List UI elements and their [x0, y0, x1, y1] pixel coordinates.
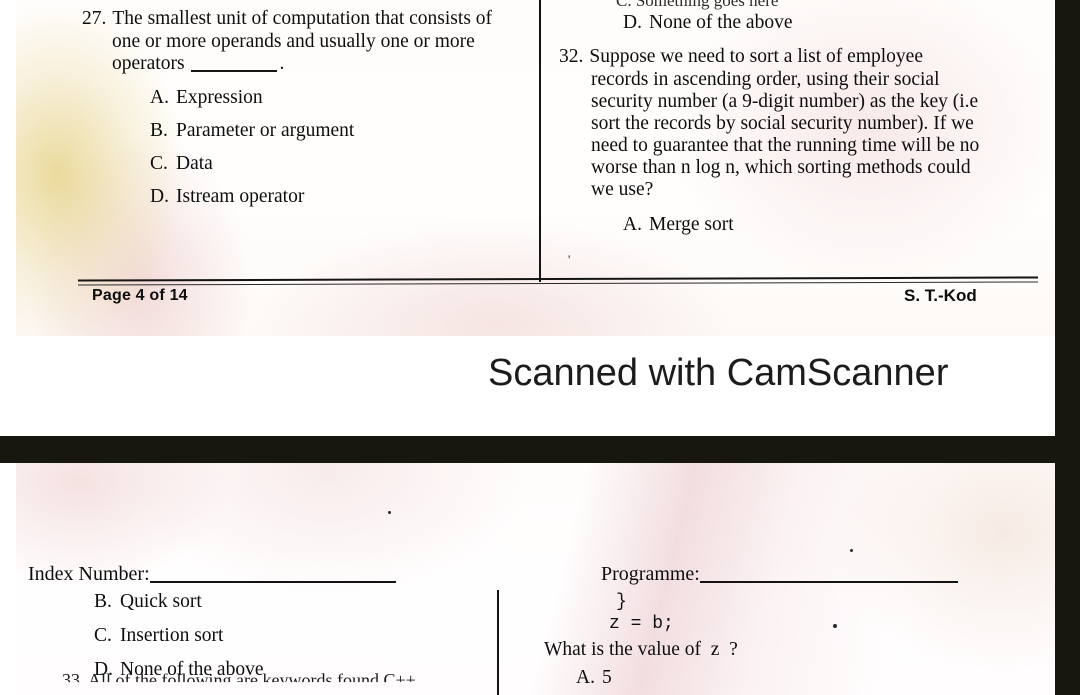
index-number-label: Index Number: [28, 563, 150, 585]
question-32-text-line-2: records in ascending order, using their … [591, 69, 940, 91]
option-d-label: Istream operator [176, 186, 305, 208]
page-separator-band [0, 436, 1055, 463]
cut-off-text-bottom: 33. All of the following are keywords fo… [62, 670, 416, 690]
screenshot-root: C. Something goes here 27. The smallest … [0, 0, 1080, 695]
question-27-number: 27. [82, 8, 107, 29]
programme-field-row[interactable]: Programme: [601, 563, 958, 586]
option-a[interactable]: A. Expression [150, 85, 522, 112]
scan-speck-3 [833, 624, 837, 628]
carry-over-option-d-letter: D. [623, 12, 642, 33]
question-32-text-line-6-row: worse than n log n, which sorting method… [559, 157, 1055, 179]
scan-speck-1 [388, 511, 391, 514]
question-27-line-1: 27. The smallest unit of computation tha… [82, 6, 522, 31]
scanned-page-top: C. Something goes here 27. The smallest … [16, 0, 1055, 336]
question-32-text-line-4-row: sort the records by social security numb… [559, 113, 1055, 135]
camscanner-watermark-text: Scanned with CamScanner [488, 352, 949, 394]
right-dark-gutter [1055, 0, 1080, 695]
question-32-text-line-7: we use? [591, 179, 654, 201]
programme-input[interactable] [699, 580, 958, 583]
code-line-close-brace: } [616, 592, 627, 612]
question-27-text-line-2: one or more operands and usually one or … [112, 31, 475, 53]
option-b-letter: B. [94, 591, 112, 612]
footer-rule-secondary [78, 281, 1038, 286]
carry-over-option-d[interactable]: D. None of the above [623, 10, 793, 37]
question-27-block: 27. The smallest unit of computation tha… [82, 6, 522, 211]
question-32-text-line-7-row: we use? [559, 179, 1055, 201]
question-32-block: 32. Suppose we need to sort a list of em… [559, 44, 1055, 239]
page-number-label: Page 4 of 14 [92, 287, 188, 304]
option-c-letter: C. [150, 153, 168, 175]
bottom-right-options: A. 5 [576, 665, 612, 692]
camscanner-watermark-area: Scanned with CamScanner [16, 336, 1055, 436]
option-c-label: Insertion sort [120, 624, 224, 646]
programme-label: Programme: [601, 563, 700, 585]
scanned-page-bottom: Index Number: Programme: B. Quick sort C… [16, 463, 1055, 695]
index-number-input[interactable] [149, 580, 396, 583]
question-32-options: A. Merge sort [559, 212, 1055, 239]
author-initials-label: S. T.-Kod [904, 286, 977, 305]
option-a-label: Expression [176, 87, 263, 109]
question-27-text-line-3-prefix: operators [112, 53, 185, 75]
value-prompt-text: What is the value of z ? [544, 639, 738, 660]
option-c[interactable]: C. Insertion sort [94, 623, 264, 650]
question-27-text-line-3-suffix: . [279, 53, 285, 75]
option-a[interactable]: A. Merge sort [623, 212, 1055, 239]
carry-over-option-d-label: None of the above [649, 12, 793, 33]
stray-ink-mark: ' [568, 252, 571, 267]
option-a[interactable]: A. 5 [576, 665, 612, 692]
option-b-letter: B. [150, 120, 168, 142]
question-27-text-line-1: The smallest unit of computation that co… [112, 8, 493, 29]
option-a-letter: A. [150, 87, 169, 109]
question-32-number: 32. [559, 46, 584, 67]
question-32-text-line-2-row: records in ascending order, using their … [559, 69, 1055, 91]
question-32-line-1: 32. Suppose we need to sort a list of em… [559, 44, 1055, 69]
question-32-text-line-6: worse than n log n, which sorting method… [591, 157, 971, 179]
index-number-field-row[interactable]: Index Number: [28, 563, 396, 586]
option-b[interactable]: B. Quick sort [94, 589, 264, 616]
question-32-text-line-5-row: need to guarantee that the running time … [559, 135, 1055, 157]
option-a-letter: A. [623, 214, 642, 236]
bottom-left-options: B. Quick sort C. Insertion sort D. None … [94, 589, 264, 684]
option-b-label: Parameter or argument [176, 120, 355, 142]
option-d[interactable]: D. Istream operator [150, 184, 522, 211]
option-b-label: Quick sort [120, 591, 202, 612]
fill-in-blank-answer[interactable] [191, 70, 278, 73]
question-32-text-line-1: Suppose we need to sort a list of employ… [589, 46, 923, 67]
option-a-label: Merge sort [649, 214, 734, 236]
option-c-label: Data [176, 153, 213, 175]
question-27-options: A. Expression B. Parameter or argument C… [82, 85, 522, 211]
scan-speck-2 [850, 549, 853, 552]
option-a-letter: A. [576, 667, 595, 688]
option-d-letter: D. [150, 186, 169, 208]
question-27-text-line-3-row: operators . [82, 53, 522, 75]
question-32-text-line-3-row: security number (a 9-digit number) as th… [559, 91, 1055, 113]
footer-rule [77, 276, 1039, 282]
question-32-text-line-3: security number (a 9-digit number) as th… [591, 91, 979, 113]
option-b[interactable]: B. Parameter or argument [150, 118, 522, 145]
question-32-text-line-4: sort the records by social security numb… [591, 113, 974, 135]
option-a-label: 5 [602, 667, 612, 688]
option-c[interactable]: C. Data [150, 151, 522, 178]
option-c-letter: C. [94, 624, 112, 646]
question-27-text-line-2-row: one or more operands and usually one or … [82, 31, 522, 53]
code-line-assignment: z = b; [609, 614, 674, 634]
question-32-text-line-5: need to guarantee that the running time … [591, 135, 980, 157]
column-divider-top [539, 0, 541, 282]
column-divider-bottom [497, 590, 499, 695]
